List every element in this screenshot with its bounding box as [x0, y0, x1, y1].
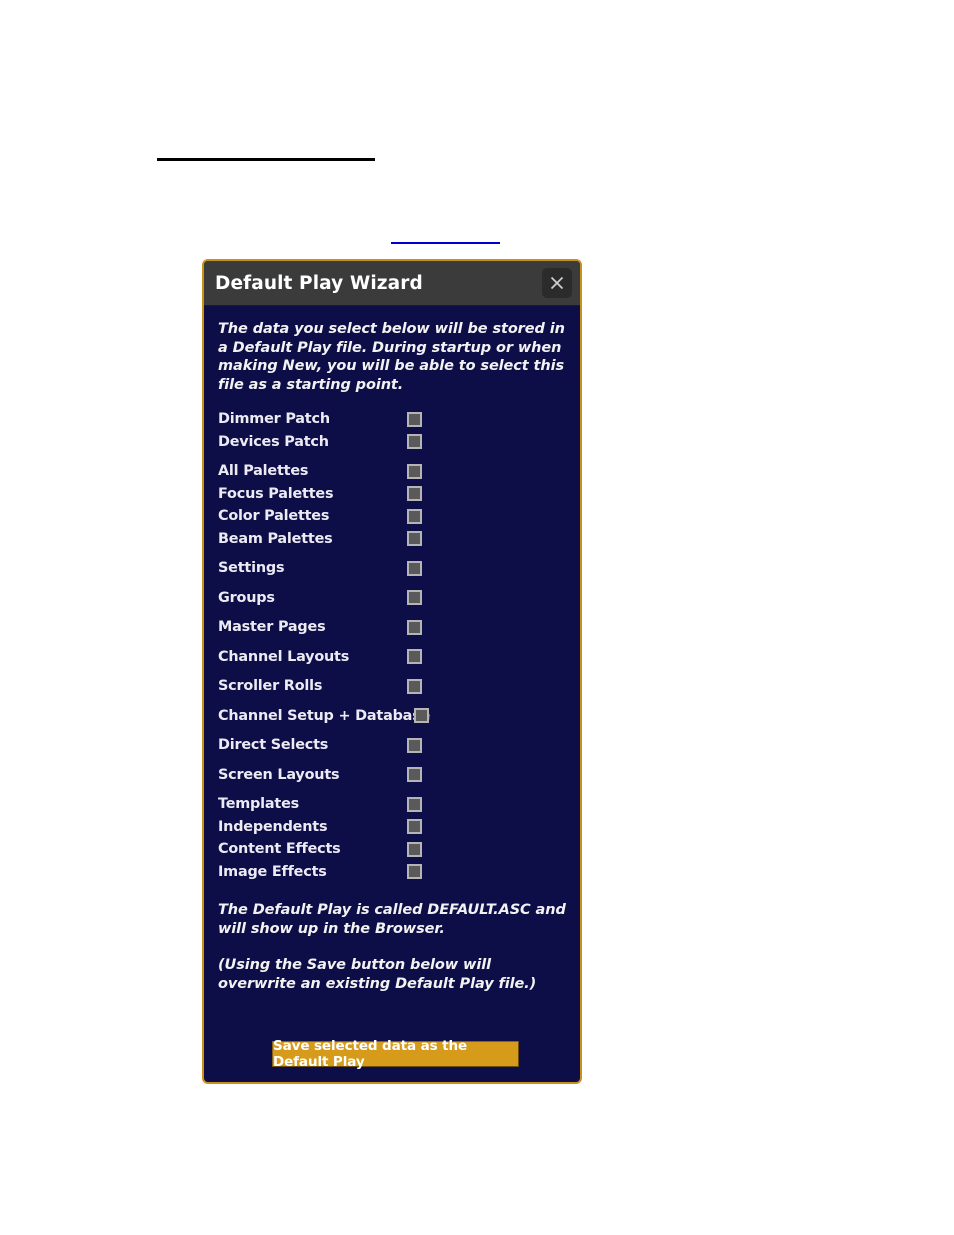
- option-checkbox-color-palettes[interactable]: [407, 508, 422, 524]
- save-default-play-button[interactable]: Save selected data as the Default Play: [272, 1038, 519, 1070]
- option-checkbox-scroller-rolls[interactable]: [407, 678, 422, 694]
- option-row-all-palettes[interactable]: All Palettes: [218, 460, 566, 483]
- option-label: All Palettes: [218, 463, 309, 480]
- option-checkbox-channel-setup-database[interactable]: [414, 708, 429, 724]
- option-row-content-effects[interactable]: Content Effects: [218, 838, 566, 861]
- option-label: Templates: [218, 796, 300, 813]
- option-checkbox-image-effects[interactable]: [407, 864, 422, 880]
- option-row-scroller-rolls[interactable]: Scroller Rolls: [218, 675, 566, 698]
- option-row-channel-setup-database[interactable]: Channel Setup + Database: [218, 705, 566, 728]
- default-play-wizard-dialog: Default Play Wizard The data you select …: [202, 259, 582, 1084]
- option-row-image-effects[interactable]: Image Effects: [218, 861, 566, 884]
- option-row-settings[interactable]: Settings: [218, 557, 566, 580]
- option-row-screen-layouts[interactable]: Screen Layouts: [218, 764, 566, 787]
- option-checkbox-groups[interactable]: [407, 590, 422, 606]
- option-checkbox-channel-layouts[interactable]: [407, 649, 422, 665]
- option-label: Image Effects: [218, 863, 327, 880]
- option-checkbox-independents[interactable]: [407, 819, 422, 835]
- option-checkbox-direct-selects[interactable]: [407, 737, 422, 753]
- option-row-master-pages[interactable]: Master Pages: [218, 616, 566, 639]
- option-row-independents[interactable]: Independents: [218, 816, 566, 839]
- intro-text: The data you select below will be stored…: [218, 321, 565, 393]
- option-row-color-palettes[interactable]: Color Palettes: [218, 505, 566, 528]
- option-label: Beam Palettes: [218, 530, 333, 547]
- option-row-templates[interactable]: Templates: [218, 793, 566, 816]
- option-label: Dimmer Patch: [218, 411, 330, 428]
- option-label: Settings: [218, 560, 285, 577]
- dialog-titlebar: Default Play Wizard: [204, 261, 580, 306]
- option-label: Master Pages: [218, 619, 326, 636]
- option-label: Channel Layouts: [218, 648, 350, 665]
- option-label: Color Palettes: [218, 508, 330, 525]
- option-row-focus-palettes[interactable]: Focus Palettes: [218, 483, 566, 506]
- options-list: Dimmer Patch Devices Patch All Palettes …: [218, 408, 566, 883]
- footer-text-default-play-name: The Default Play is called DEFAULT.ASC a…: [218, 902, 566, 937]
- footer-block: The Default Play is called DEFAULT.ASC a…: [218, 901, 573, 993]
- option-row-channel-layouts[interactable]: Channel Layouts: [218, 646, 566, 669]
- option-checkbox-devices-patch[interactable]: [407, 434, 422, 450]
- option-checkbox-content-effects[interactable]: [407, 841, 422, 857]
- option-label: Focus Palettes: [218, 485, 334, 502]
- option-row-dimmer-patch[interactable]: Dimmer Patch: [218, 408, 566, 431]
- dialog-body: The data you select below will be stored…: [204, 306, 580, 1082]
- option-row-devices-patch[interactable]: Devices Patch: [218, 431, 566, 454]
- option-label: Groups: [218, 589, 275, 606]
- close-icon: [548, 274, 566, 292]
- dialog-title: Default Play Wizard: [215, 272, 423, 294]
- option-label: Channel Setup + Database: [218, 707, 431, 724]
- option-checkbox-all-palettes[interactable]: [407, 463, 422, 479]
- option-row-beam-palettes[interactable]: Beam Palettes: [218, 528, 566, 551]
- option-label: Direct Selects: [218, 737, 329, 754]
- option-label: Scroller Rolls: [218, 678, 323, 695]
- option-checkbox-master-pages[interactable]: [407, 619, 422, 635]
- option-label: Content Effects: [218, 841, 341, 858]
- option-checkbox-focus-palettes[interactable]: [407, 486, 422, 502]
- option-checkbox-templates[interactable]: [407, 796, 422, 812]
- option-checkbox-dimmer-patch[interactable]: [407, 411, 422, 427]
- option-label: Devices Patch: [218, 433, 329, 450]
- option-checkbox-screen-layouts[interactable]: [407, 767, 422, 783]
- option-checkbox-beam-palettes[interactable]: [407, 531, 422, 547]
- close-button[interactable]: [542, 268, 572, 298]
- page-horizontal-rule: [157, 158, 375, 161]
- option-checkbox-settings[interactable]: [407, 560, 422, 576]
- option-label: Independents: [218, 818, 328, 835]
- option-row-groups[interactable]: Groups: [218, 587, 566, 610]
- footer-text-overwrite-warning: (Using the Save button below will overwr…: [218, 957, 537, 992]
- option-row-direct-selects[interactable]: Direct Selects: [218, 734, 566, 757]
- page-hyperlink[interactable]: [391, 230, 500, 244]
- option-label: Screen Layouts: [218, 766, 340, 783]
